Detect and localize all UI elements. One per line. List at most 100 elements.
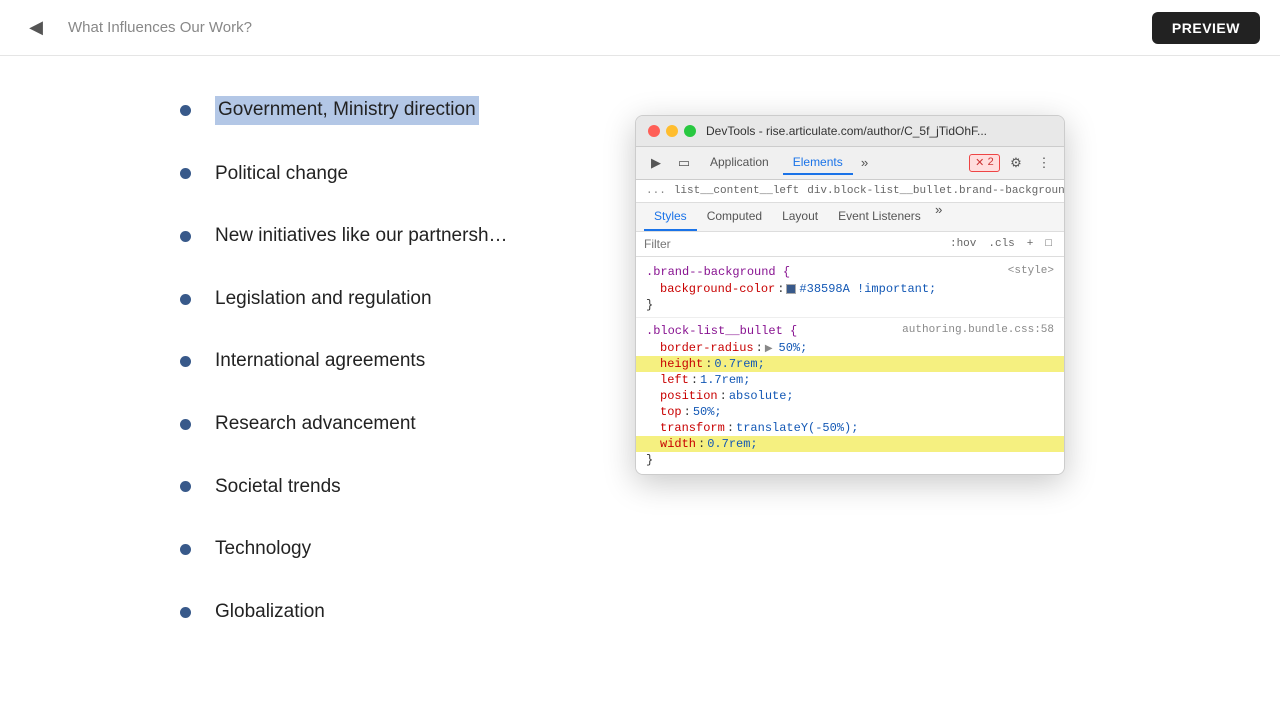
prop-value: 50%; — [693, 405, 722, 419]
tab-elements[interactable]: Elements — [783, 151, 853, 175]
prop-colon: : — [727, 421, 734, 435]
tab-styles[interactable]: Styles — [644, 203, 697, 231]
item-text: International agreements — [215, 348, 425, 375]
item-text: Societal trends — [215, 474, 341, 501]
tab-application[interactable]: Application — [700, 151, 779, 175]
back-icon: ◀ — [29, 17, 43, 38]
prop-name: width — [660, 437, 696, 451]
minimize-icon[interactable] — [666, 125, 678, 137]
prop-colon: : — [705, 357, 712, 371]
filter-actions: :hov .cls + □ — [946, 236, 1056, 252]
prop-colon: : — [777, 282, 784, 296]
css-rule-brand-background: .brand--background { <style> background-… — [636, 261, 1064, 315]
error-count: 2 — [987, 157, 994, 169]
css-property-line: border-radius : 50%; — [636, 340, 1064, 356]
breadcrumb-item-1: list__content__left — [674, 185, 799, 197]
prop-name: left — [660, 373, 689, 387]
prop-name: height — [660, 357, 703, 371]
top-bar: ◀ What Influences Our Work? PREVIEW — [0, 0, 1280, 56]
list-bullet — [180, 544, 191, 555]
prop-value: #38598A !important; — [799, 282, 936, 296]
tab-layout[interactable]: Layout — [772, 203, 828, 231]
color-swatch — [786, 284, 796, 294]
prop-value: 50%; — [765, 341, 808, 355]
devtools-toolbar: ▶ ▭ Application Elements » ✕ 2 ⚙ ⋮ — [636, 147, 1064, 180]
add-style-icon[interactable]: + — [1023, 236, 1038, 252]
inspect-icon[interactable]: ▶ — [644, 151, 668, 175]
list-bullet — [180, 356, 191, 367]
rule-header: .brand--background { <style> — [636, 263, 1064, 281]
devtools-panel: DevTools - rise.articulate.com/author/C_… — [635, 115, 1065, 475]
prop-value: 1.7rem; — [700, 373, 750, 387]
close-icon[interactable] — [648, 125, 660, 137]
list-item: Globalization — [180, 599, 1280, 626]
hov-filter[interactable]: :hov — [946, 236, 980, 252]
style-tabs: Styles Computed Layout Event Listeners » — [636, 203, 1064, 232]
back-button[interactable]: ◀ — [20, 12, 52, 44]
list-bullet — [180, 419, 191, 430]
breadcrumb-item-2: div.block-list__bullet.brand--background — [807, 185, 1064, 197]
rule-header: .block-list__bullet { authoring.bundle.c… — [636, 322, 1064, 340]
prop-name: background-color — [660, 282, 775, 296]
cls-filter[interactable]: .cls — [984, 236, 1018, 252]
css-property-line: transform : translateY(-50%); — [636, 420, 1064, 436]
filter-input[interactable] — [644, 237, 938, 251]
tabs-more-icon[interactable]: » — [857, 156, 873, 171]
prop-name: transform — [660, 421, 725, 435]
traffic-lights — [648, 125, 696, 137]
prop-name: position — [660, 389, 718, 403]
prop-name: top — [660, 405, 682, 419]
breadcrumb-ellipsis: ... — [646, 185, 666, 197]
devtools-titlebar: DevTools - rise.articulate.com/author/C_… — [636, 116, 1064, 147]
prop-value: translateY(-50%); — [736, 421, 858, 435]
page-title: What Influences Our Work? — [68, 19, 252, 36]
tab-event-listeners[interactable]: Event Listeners — [828, 203, 931, 231]
preview-button[interactable]: PREVIEW — [1152, 12, 1260, 44]
item-text: Political change — [215, 161, 348, 188]
prop-colon: : — [691, 373, 698, 387]
device-icon[interactable]: ▭ — [672, 151, 696, 175]
error-icon: ✕ — [975, 156, 984, 170]
tab-computed[interactable]: Computed — [697, 203, 772, 231]
settings-icon[interactable]: ⚙ — [1004, 151, 1028, 175]
list-bullet — [180, 231, 191, 242]
css-property-line-highlighted: height : 0.7rem; — [636, 356, 1064, 372]
list-bullet — [180, 105, 191, 116]
css-property-line: left : 1.7rem; — [636, 372, 1064, 388]
error-badge: ✕ 2 — [969, 154, 1000, 172]
item-text: Technology — [215, 536, 311, 563]
toolbar-right: ✕ 2 ⚙ ⋮ — [969, 151, 1056, 175]
css-selector: .block-list__bullet { — [646, 324, 797, 338]
rule-close-brace: } — [636, 452, 1064, 468]
devtools-breadcrumb: ... list__content__left div.block-list__… — [636, 180, 1064, 203]
maximize-icon[interactable] — [684, 125, 696, 137]
css-source[interactable]: authoring.bundle.css:58 — [902, 324, 1054, 338]
item-text: Globalization — [215, 599, 325, 626]
css-content: .brand--background { <style> background-… — [636, 257, 1064, 474]
prop-colon: : — [698, 437, 705, 451]
toggle-sidebar-icon[interactable]: □ — [1041, 236, 1056, 252]
rule-close-brace: } — [636, 297, 1064, 313]
style-tabs-more-icon[interactable]: » — [931, 203, 947, 231]
css-property-line: top : 50%; — [636, 404, 1064, 420]
item-text: Research advancement — [215, 411, 416, 438]
more-options-icon[interactable]: ⋮ — [1032, 151, 1056, 175]
css-property-line: background-color : #38598A !important; — [636, 281, 1064, 297]
prop-value: 0.7rem; — [714, 357, 764, 371]
list-item: Technology — [180, 536, 1280, 563]
devtools-title: DevTools - rise.articulate.com/author/C_… — [706, 124, 1052, 138]
item-text: Government, Ministry direction — [215, 96, 479, 125]
filter-bar: :hov .cls + □ — [636, 232, 1064, 257]
list-bullet — [180, 294, 191, 305]
list-bullet — [180, 168, 191, 179]
list-bullet — [180, 481, 191, 492]
item-text: New initiatives like our partnersh… — [215, 223, 508, 250]
css-source[interactable]: <style> — [1008, 265, 1054, 279]
css-rule-block-list-bullet: .block-list__bullet { authoring.bundle.c… — [636, 320, 1064, 470]
prop-colon: : — [756, 341, 763, 355]
prop-value: absolute; — [729, 389, 794, 403]
item-text: Legislation and regulation — [215, 286, 432, 313]
rule-separator — [636, 317, 1064, 318]
list-bullet — [180, 607, 191, 618]
css-property-line-highlighted: width : 0.7rem; — [636, 436, 1064, 452]
